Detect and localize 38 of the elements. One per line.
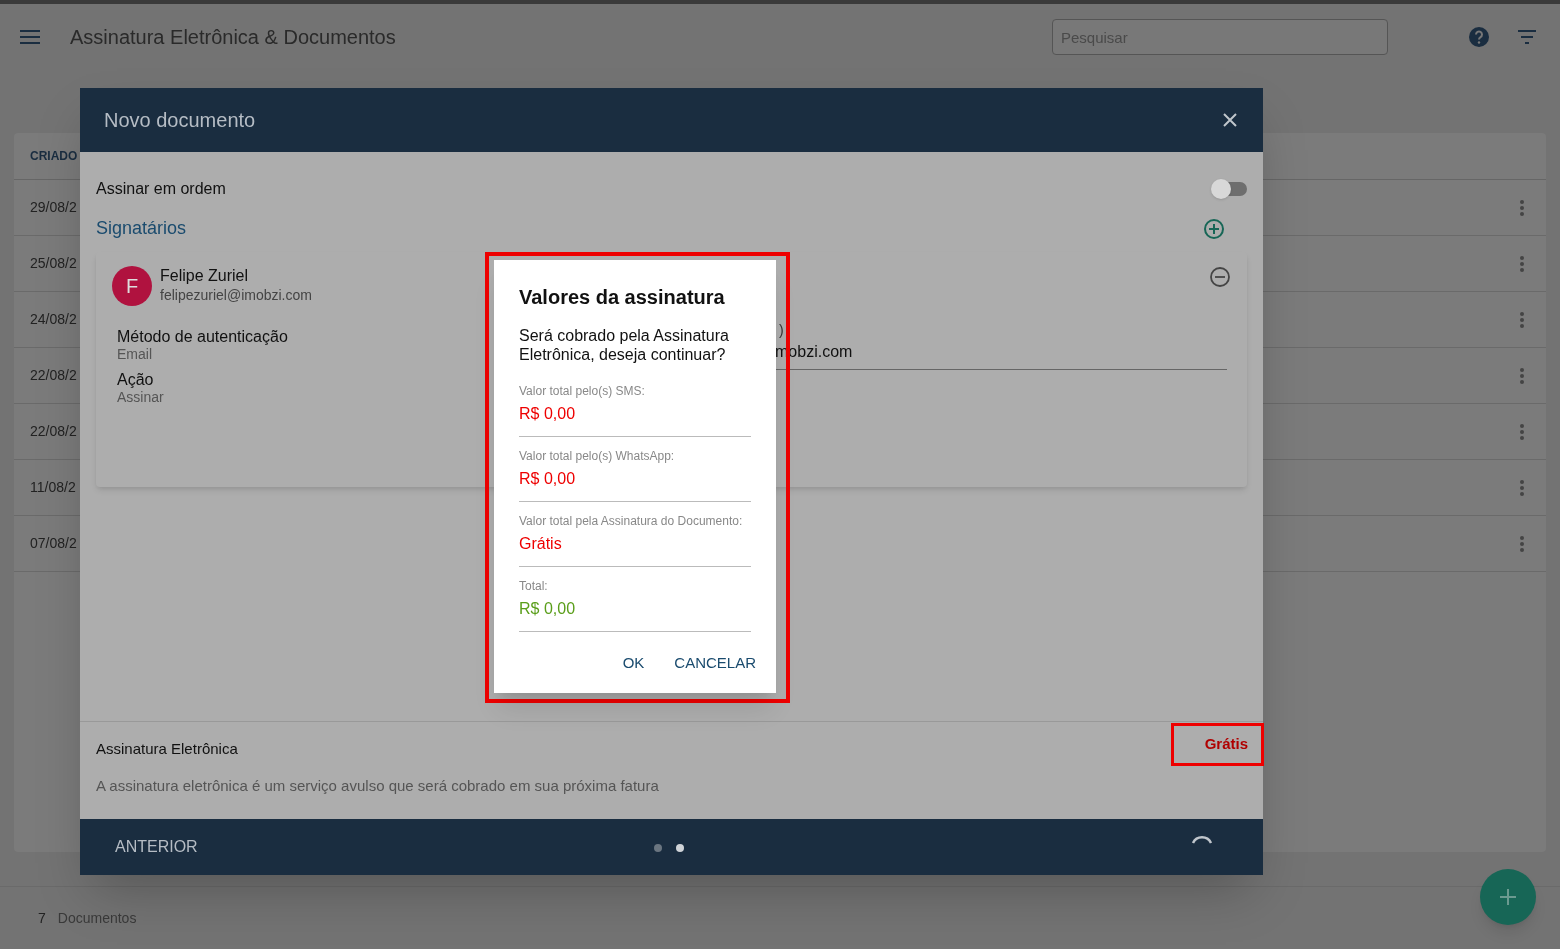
signer-name: Felipe Zuriel — [160, 266, 250, 285]
service-title: Assinatura Eletrônica — [96, 739, 238, 759]
sign-in-order-label: Assinar em ordem — [96, 179, 226, 199]
charge-label: Total: — [519, 578, 549, 595]
avatar: F — [112, 266, 152, 306]
date-cell-text: 07/08/2 — [30, 534, 77, 553]
dialog-title: Valores da assinatura — [519, 285, 726, 310]
date-cell-text: 22/08/2 — [30, 422, 77, 441]
field-label: Ação — [117, 371, 154, 389]
date-cell-text: 11/08/2 — [30, 478, 76, 497]
app-title: Assinatura Eletrônica & Documentos — [70, 25, 396, 50]
document-count: 7 — [38, 908, 46, 928]
total-value: R$ 0,00 — [519, 599, 577, 619]
previous-button[interactable]: ANTERIOR — [115, 835, 198, 859]
document-count-label: Documentos — [57, 908, 137, 928]
date-cell-text: 25/08/2 — [30, 254, 77, 273]
charge-value: R$ 0,00 — [519, 404, 577, 424]
charge-label: Valor total pela Assinatura do Documento: — [519, 513, 744, 530]
column-header: CRIADO — [30, 148, 78, 165]
field-value: Assinar — [117, 389, 164, 406]
charge-value: Grátis — [519, 534, 563, 554]
cancel-button[interactable]: CANCELAR — [664, 648, 766, 679]
charge-label: Valor total pelo(s) SMS: — [519, 383, 646, 400]
field-label: Método de autenticação — [117, 328, 288, 346]
charge-value: R$ 0,00 — [519, 469, 577, 489]
field-value: Email — [117, 346, 152, 363]
service-description: A assinatura eletrônica é um serviço avulso que será cobrado em sua próxima fatura — [96, 775, 660, 796]
service-price: Grátis — [1204, 734, 1248, 755]
signer-email: felipezuriel@imobzi.com — [160, 286, 312, 305]
date-cell-text: 22/08/2 — [30, 366, 77, 385]
date-cell-text: 29/08/2 — [30, 198, 77, 217]
signers-heading: Signatários — [96, 217, 187, 240]
dialog-message: Será cobrado pela Assinatura Eletrônica, deseja continuar? — [519, 326, 730, 364]
ok-button[interactable]: OK — [612, 648, 655, 679]
modal-title: Novo documento — [104, 108, 256, 133]
field-label: ) — [779, 321, 784, 340]
charge-label: Valor total pelo(s) WhatsApp: — [519, 448, 676, 465]
date-cell-text: 24/08/2 — [30, 310, 77, 329]
